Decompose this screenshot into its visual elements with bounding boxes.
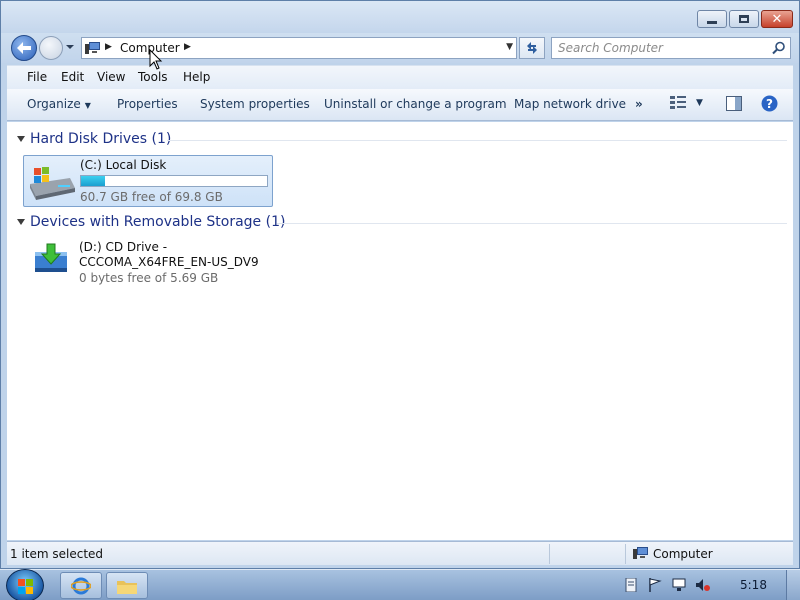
action-center-icon[interactable] (624, 578, 638, 592)
map-network-drive-button[interactable]: Map network drive (514, 97, 626, 111)
explorer-window: ✕ ▶ Computer ▶ ▼ Search Computer File Ed… (0, 0, 800, 569)
taskbar: 5:18 (0, 569, 800, 600)
group-label: Hard Disk Drives (1) (30, 131, 172, 147)
selection-status: 1 item selected (10, 547, 104, 561)
windows-logo-icon (18, 579, 33, 594)
maximize-icon (739, 15, 749, 23)
group-divider (277, 223, 787, 224)
drive-c-tile[interactable]: (C:) Local Disk 60.7 GB free of 69.8 GB (23, 155, 273, 207)
menu-help[interactable]: Help (183, 70, 210, 84)
navigation-bar: ▶ Computer ▶ ▼ Search Computer (1, 33, 799, 63)
drive-free-space: 60.7 GB free of 69.8 GB (80, 190, 223, 204)
help-icon: ? (761, 95, 778, 112)
preview-pane-button[interactable] (726, 96, 742, 114)
folder-icon (117, 580, 137, 594)
menu-tools[interactable]: Tools (138, 70, 168, 84)
drive-d-tile[interactable]: (D:) CD Drive - CCCOMA_X64FRE_EN-US_DV9 … (23, 238, 273, 292)
title-bar[interactable]: ✕ (1, 1, 799, 33)
start-button[interactable] (6, 569, 44, 600)
menu-view[interactable]: View (97, 70, 125, 84)
computer-icon (85, 42, 100, 54)
status-divider (549, 544, 550, 564)
address-bar[interactable]: ▶ Computer ▶ ▼ (81, 37, 517, 59)
menu-bar: File Edit View Tools Help (7, 65, 793, 89)
internet-explorer-icon (71, 577, 91, 594)
properties-button[interactable]: Properties (117, 97, 178, 111)
close-button[interactable]: ✕ (761, 10, 793, 28)
caption-buttons: ✕ (697, 10, 793, 28)
minimize-button[interactable] (697, 10, 727, 28)
computer-icon (633, 547, 648, 559)
forward-button[interactable] (39, 36, 63, 60)
location-status: Computer (653, 547, 713, 561)
system-properties-button[interactable]: System properties (200, 97, 310, 111)
flag-icon[interactable] (648, 578, 662, 592)
file-list-pane[interactable]: Hard Disk Drives (1) (C:) Local Disk 60.… (7, 122, 793, 540)
clock[interactable]: 5:18 (740, 578, 767, 592)
help-button[interactable]: ? (761, 95, 778, 115)
drive-usage-fill (81, 176, 106, 186)
drive-free-space: 0 bytes free of 5.69 GB (79, 271, 219, 285)
back-arrow-icon (17, 42, 31, 54)
cd-drive-icon (35, 243, 67, 272)
recent-pages-chevron-icon[interactable] (65, 42, 75, 52)
view-options-icon (670, 96, 686, 109)
status-divider (625, 544, 626, 564)
status-bar: 1 item selected Computer (7, 541, 793, 565)
group-divider (167, 140, 787, 141)
breadcrumb-separator-icon[interactable]: ▶ (105, 42, 112, 52)
menu-file[interactable]: File (27, 70, 47, 84)
hard-disk-icon (30, 167, 75, 200)
collapse-triangle-icon[interactable] (17, 136, 25, 142)
drive-usage-bar (80, 175, 268, 187)
drive-volume-label: CCCOMA_X64FRE_EN-US_DV9 (79, 255, 259, 269)
close-icon: ✕ (771, 11, 783, 27)
maximize-button[interactable] (729, 10, 759, 28)
mouse-cursor-icon (149, 49, 163, 70)
taskbar-ie-button[interactable] (60, 572, 102, 599)
group-label: Devices with Removable Storage (1) (30, 214, 286, 230)
address-dropdown-icon[interactable]: ▼ (506, 42, 513, 52)
collapse-triangle-icon[interactable] (17, 219, 25, 225)
search-placeholder: Search Computer (558, 41, 663, 55)
view-dropdown-icon[interactable]: ▼ (696, 98, 703, 108)
menu-edit[interactable]: Edit (61, 70, 84, 84)
show-desktop-button[interactable] (786, 570, 800, 600)
breadcrumb-separator-icon[interactable]: ▶ (184, 42, 191, 52)
more-commands-button[interactable]: » (635, 97, 643, 111)
preview-pane-icon (726, 96, 742, 111)
chevron-down-icon: ▼ (84, 101, 91, 110)
refresh-icon (527, 42, 537, 54)
drive-name: (D:) CD Drive - (79, 240, 168, 254)
back-button[interactable] (11, 35, 37, 61)
network-icon[interactable] (672, 578, 686, 592)
svg-text:?: ? (766, 97, 773, 111)
volume-muted-icon[interactable] (696, 578, 710, 592)
refresh-button[interactable] (519, 37, 545, 59)
search-input[interactable]: Search Computer (551, 37, 791, 59)
taskbar-explorer-button[interactable] (106, 572, 148, 599)
command-bar: Organize ▼ Properties System properties U… (7, 89, 793, 121)
organize-button[interactable]: Organize ▼ (27, 97, 91, 111)
search-icon[interactable] (772, 41, 786, 55)
minimize-icon (707, 20, 717, 24)
uninstall-program-button[interactable]: Uninstall or change a program (324, 97, 507, 111)
change-view-button[interactable] (670, 96, 686, 113)
organize-label: Organize (27, 97, 81, 111)
drive-name: (C:) Local Disk (80, 158, 167, 172)
